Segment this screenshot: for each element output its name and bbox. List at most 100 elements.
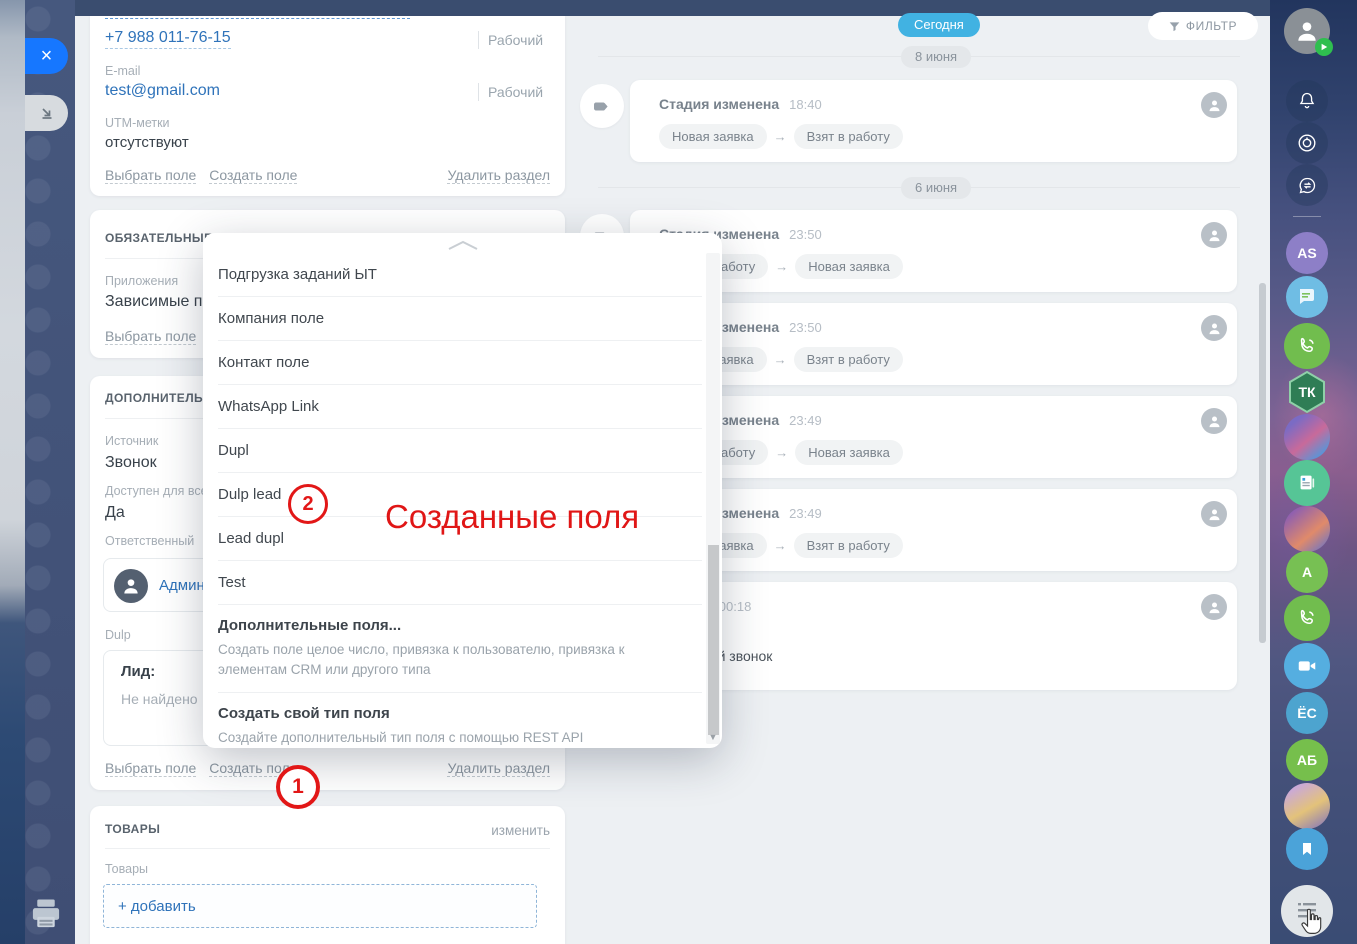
chat-menu-button[interactable] [1281,885,1333,937]
entry-author-avatar[interactable] [1201,222,1227,248]
scroll-down-icon[interactable]: ▼ [707,732,719,742]
timeline-entry-stage-change[interactable]: Стадия изменена18:40 Новая заявка → Взят… [630,80,1237,162]
entry-time: 23:50 [789,320,822,335]
dropdown-extra-fields-item[interactable]: Дополнительные поля... Создать поле цело… [218,605,702,693]
source-value: Звонок [105,454,157,472]
products-edit-link[interactable]: изменить [491,823,550,838]
arrow-icon: → [774,129,787,144]
dropdown-item[interactable]: Компания поле [218,297,702,341]
responsible-name-link[interactable]: Админ [159,577,205,594]
status-play-badge [1315,38,1333,56]
products-card: ТОВАРЫ изменить Товары + добавить [90,806,565,944]
avatar-initials: ТК [1298,384,1315,400]
avatar-initials: АБ [1297,752,1317,768]
email-link[interactable]: test@gmail.com [105,82,220,100]
annotation-caption: Созданные поля [385,498,639,536]
products-label: Товары [105,862,148,876]
phone-call-icon[interactable] [1284,323,1330,369]
entry-author-avatar[interactable] [1201,92,1227,118]
annotation-step-1-number: 1 [292,775,304,799]
close-icon: × [41,45,53,68]
entry-author-avatar[interactable] [1201,408,1227,434]
dropdown-item[interactable]: Контакт поле [218,341,702,385]
chevron-up-icon[interactable] [203,239,722,253]
chat-avatar-as[interactable]: AS [1286,232,1328,274]
annotation-step-2-number: 2 [302,493,313,516]
video-call-icon[interactable] [1284,643,1330,689]
avatar-initials: A [1302,564,1312,580]
messenger-sync-icon[interactable] [1286,164,1328,206]
stage-from-badge: Новая заявка [659,124,767,149]
create-field-link[interactable]: Создать поле [209,167,297,184]
entry-author-avatar[interactable] [1201,315,1227,341]
arrow-icon: → [774,538,787,553]
top-navy-bar [25,0,1270,16]
chat-app-icon[interactable] [1286,276,1328,318]
dropdown-custom-type-item[interactable]: Создать свой тип поля Создайте дополните… [218,693,702,761]
date-pill-june6: 6 июня [901,177,971,199]
dropdown-item[interactable]: Dupl [218,429,702,473]
access-value: Да [105,504,125,522]
rightbar-divider [1293,216,1321,217]
custom-type-title: Создать свой тип поля [218,705,692,722]
chat-avatar-ab[interactable]: АБ [1286,739,1328,781]
delete-section-link[interactable]: Удалить раздел [447,760,550,777]
create-field-dropdown: Подгрузка заданий ЫТ Компания поле Конта… [203,233,722,748]
delete-section-link[interactable]: Удалить раздел [447,167,550,184]
collapse-slider-button[interactable] [25,95,68,131]
notifications-bell-icon[interactable] [1286,80,1328,122]
arrow-icon: → [775,259,788,274]
access-label: Доступен для всех [105,484,214,498]
funnel-icon [1169,21,1180,32]
add-product-button[interactable]: + добавить [103,884,537,928]
today-button[interactable]: Сегодня [898,13,980,37]
select-field-link[interactable]: Выбрать поле [105,167,196,184]
dropdown-item[interactable]: Подгрузка заданий ЫТ [218,253,702,297]
responsible-avatar [114,569,148,603]
entry-time: 23:49 [789,506,822,521]
chat-avatar-photo-3[interactable] [1284,783,1330,829]
chat-avatar-photo-2[interactable] [1284,506,1330,552]
timeline-scrollbar[interactable] [1259,283,1266,643]
select-field-link[interactable]: Выбрать поле [105,760,196,777]
stage-to-badge: Новая заявка [795,440,903,465]
divider [105,848,550,849]
email-type-label[interactable]: Рабочий [478,83,543,101]
email-label: E-mail [105,64,140,78]
entry-author-avatar[interactable] [1201,594,1227,620]
entry-author-avatar[interactable] [1201,501,1227,527]
filter-button[interactable]: ФИЛЬТР [1148,12,1258,40]
dropdown-item[interactable]: Test [218,561,702,605]
chat-avatar-a[interactable]: A [1286,551,1328,593]
chat-avatar-tk[interactable]: ТК [1284,369,1330,415]
stage-to-badge: Взят в работу [794,533,903,558]
avatar-initials: ЁС [1297,705,1316,721]
copilot-icon[interactable] [1286,122,1328,164]
dropdown-scrollbar-thumb[interactable] [708,545,719,735]
stage-to-badge: Взят в работу [794,124,903,149]
annotation-step-2: 2 [288,484,328,524]
saved-messages-bookmark-icon[interactable] [1286,828,1328,870]
phone-type-label[interactable]: Рабочий [478,31,543,49]
printer-icon[interactable] [28,898,64,930]
entry-time: 23:49 [789,413,822,428]
phone-link[interactable]: +7 988 011-76-15 [105,29,231,49]
stage-to-badge: Взят в работу [794,347,903,372]
chat-avatar-ec[interactable]: ЁС [1286,692,1328,734]
avatar-initials: AS [1297,245,1316,261]
entry-time: 18:40 [789,97,822,112]
additional-card-links: Выбрать поле Создать поле Удалить раздел [105,760,550,777]
stage-to-badge: Новая заявка [795,254,903,279]
contact-card-links: Выбрать поле Создать поле Удалить раздел [105,167,550,184]
select-field-link[interactable]: Выбрать поле [105,328,196,345]
chat-avatar-photo-1[interactable] [1284,414,1330,460]
profile-avatar[interactable] [1284,8,1330,54]
phone-call-icon[interactable] [1284,595,1330,641]
contact-details-card: +7 988 011-76-15 Рабочий E-mail test@gma… [90,16,565,196]
dropdown-item[interactable]: WhatsApp Link [218,385,702,429]
left-dark-sidebar [25,0,75,944]
extra-fields-title: Дополнительные поля... [218,617,692,634]
close-slider-button[interactable]: × [25,38,68,74]
notes-app-icon[interactable] [1284,460,1330,506]
dulp-label: Dulp [105,628,131,642]
